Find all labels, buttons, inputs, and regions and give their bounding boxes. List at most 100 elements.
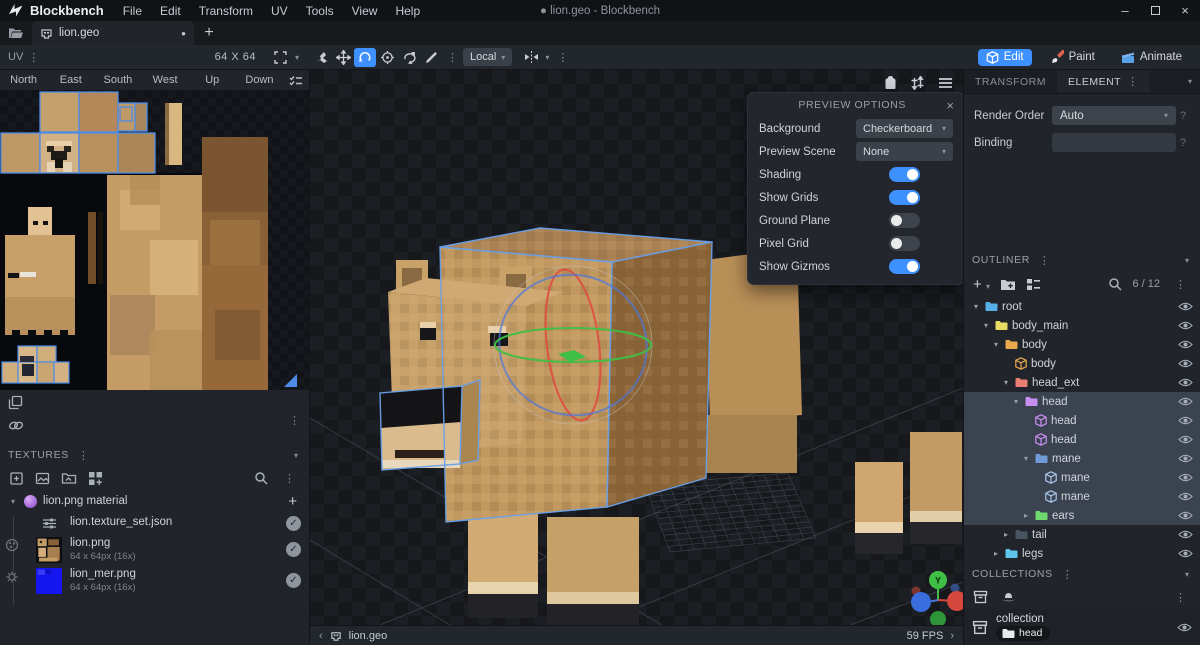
collection-item-collection[interactable]: collection head — [964, 609, 1200, 645]
maximize-button[interactable] — [1140, 0, 1170, 21]
outliner-item-body-3[interactable]: body — [964, 354, 1200, 373]
texture-group-icon[interactable] — [88, 471, 103, 486]
uv-canvas[interactable] — [0, 90, 309, 390]
visibility-eye-icon[interactable] — [1178, 472, 1193, 483]
move-tool-icon[interactable] — [332, 48, 354, 67]
mode-paint-button[interactable]: Paint — [1042, 48, 1103, 66]
texture-item-lion_mer-png[interactable]: lion_mer.png64 x 64px (16x) ✓ — [0, 565, 309, 596]
binding-input[interactable] — [1052, 133, 1176, 152]
collections-menu-icon[interactable]: ⋮ — [1057, 568, 1078, 581]
material-collapse-icon[interactable]: ▾ — [8, 497, 18, 506]
transform-tool-icon[interactable] — [310, 48, 332, 67]
menu-uv[interactable]: UV — [262, 4, 297, 18]
texture-item-lion-texture_set-json[interactable]: lion.texture_set.json ✓ — [0, 512, 309, 534]
vertex-snap-tool-icon[interactable] — [420, 48, 442, 67]
show-gizmos-toggle[interactable] — [889, 259, 920, 274]
outliner-item-ears-11[interactable]: ▸ ears — [964, 506, 1200, 525]
collection-tag-head[interactable]: head — [996, 626, 1050, 641]
uv-face-down[interactable]: Down — [236, 74, 283, 86]
preview-scene-select[interactable]: None▾ — [856, 142, 953, 161]
assign-collection-icon[interactable] — [1000, 591, 1017, 603]
tree-chevron-icon[interactable]: ▸ — [1001, 530, 1011, 539]
outliner-header[interactable]: OUTLINER ⋮ ▾ — [964, 249, 1200, 271]
outliner-item-head-6[interactable]: head — [964, 411, 1200, 430]
outliner-item-body-2[interactable]: ▾ body — [964, 335, 1200, 354]
tree-chevron-icon[interactable]: ▾ — [1011, 397, 1021, 406]
mode-edit-button[interactable]: Edit — [978, 49, 1032, 66]
material-row[interactable]: ▾ lion.png material + — [0, 490, 309, 512]
uv-strip-menu-icon[interactable]: ⋮ — [284, 414, 305, 427]
outliner-item-body_main-1[interactable]: ▾ body_main — [964, 316, 1200, 335]
copy-uv-icon[interactable] — [8, 395, 23, 410]
uv-menu-icon[interactable]: ⋮ — [23, 51, 44, 64]
mode-animate-button[interactable]: Animate — [1113, 49, 1190, 66]
visibility-eye-icon[interactable] — [1177, 622, 1192, 633]
search-textures-icon[interactable] — [254, 471, 268, 485]
textures-menu-icon[interactable]: ⋮ — [73, 449, 94, 462]
uv-face-west[interactable]: West — [142, 74, 189, 86]
outliner-item-mane-9[interactable]: mane — [964, 468, 1200, 487]
link-uv-icon[interactable] — [8, 419, 24, 432]
outliner-item-legs-13[interactable]: ▸ legs — [964, 544, 1200, 563]
transform-space-select[interactable]: Local▾ — [463, 48, 512, 66]
visibility-eye-icon[interactable] — [1178, 377, 1193, 388]
open-folder-icon[interactable] — [0, 21, 32, 45]
shading-toggle[interactable] — [889, 167, 920, 182]
tab-lion-geo[interactable]: lion.geo ● — [32, 21, 194, 45]
status-next-icon[interactable]: › — [950, 630, 954, 642]
render-order-select[interactable]: Auto▾ — [1052, 106, 1176, 125]
visibility-eye-icon[interactable] — [1178, 510, 1193, 521]
tree-chevron-icon[interactable]: ▾ — [1021, 454, 1031, 463]
add-group-icon[interactable] — [1000, 278, 1016, 291]
pivot-tool-icon[interactable] — [376, 48, 398, 67]
mirror-chevron-icon[interactable]: ▾ — [542, 53, 552, 62]
backpack-icon[interactable] — [884, 75, 897, 90]
sort-filter-icon[interactable] — [910, 75, 925, 90]
texture-enabled-icon[interactable]: ✓ — [286, 516, 301, 531]
rotate-view-tool-icon[interactable] — [398, 48, 420, 67]
import-folder-icon[interactable] — [61, 471, 77, 485]
tree-chevron-icon[interactable]: ▸ — [1021, 511, 1031, 520]
background-select[interactable]: Checkerboard▾ — [856, 119, 953, 138]
menu-file[interactable]: File — [114, 4, 151, 18]
visibility-eye-icon[interactable] — [1178, 320, 1193, 331]
ground-plane-toggle[interactable] — [889, 213, 920, 228]
viewport-3d[interactable]: Y PREVIEW OPTIONS × Background — [310, 70, 963, 625]
minimize-button[interactable]: – — [1110, 0, 1140, 21]
visibility-eye-icon[interactable] — [1178, 415, 1193, 426]
tree-chevron-icon[interactable]: ▾ — [991, 340, 1001, 349]
menu-transform[interactable]: Transform — [190, 4, 262, 18]
collections-collapse-icon[interactable]: ▾ — [1182, 570, 1192, 579]
texture-enabled-icon[interactable]: ✓ — [286, 542, 301, 557]
visibility-eye-icon[interactable] — [1178, 396, 1193, 407]
outliner-item-mane-8[interactable]: ▾ mane — [964, 449, 1200, 468]
visibility-eye-icon[interactable] — [1178, 339, 1193, 350]
tree-chevron-icon[interactable]: ▾ — [981, 321, 991, 330]
visibility-eye-icon[interactable] — [1178, 358, 1193, 369]
outliner-item-head_ext-4[interactable]: ▾ head_ext — [964, 373, 1200, 392]
outliner-item-head-7[interactable]: head — [964, 430, 1200, 449]
outliner-view-mode-icon[interactable] — [1026, 278, 1041, 291]
textures-collapse-icon[interactable]: ▾ — [291, 451, 301, 460]
textures-header[interactable]: TEXTURES ⋮ ▾ — [0, 444, 309, 466]
new-tab-button[interactable]: + — [194, 21, 224, 45]
preview-options-close-icon[interactable]: × — [946, 98, 954, 113]
uv-face-up[interactable]: Up — [189, 74, 236, 86]
visibility-eye-icon[interactable] — [1178, 301, 1193, 312]
textures-toolbar-menu-icon[interactable]: ⋮ — [279, 472, 300, 485]
rotate-tool-icon[interactable] — [354, 48, 376, 67]
uv-face-south[interactable]: South — [94, 74, 141, 86]
show-grids-toggle[interactable] — [889, 190, 920, 205]
visibility-eye-icon[interactable] — [1178, 434, 1193, 445]
create-texture-icon[interactable] — [35, 471, 50, 486]
outliner-item-mane-10[interactable]: mane — [964, 487, 1200, 506]
status-prev-icon[interactable]: ‹ — [319, 630, 323, 642]
outliner-collapse-icon[interactable]: ▾ — [1182, 256, 1192, 265]
outliner-toolbar-menu-icon[interactable]: ⋮ — [1170, 278, 1191, 291]
pixel-grid-toggle[interactable] — [889, 236, 920, 251]
uv-face-east[interactable]: East — [47, 74, 94, 86]
outliner-menu-icon[interactable]: ⋮ — [1034, 254, 1055, 267]
outliner-item-tail-12[interactable]: ▸ tail — [964, 525, 1200, 544]
tab-element[interactable]: ELEMENT⋮ — [1057, 70, 1150, 93]
menu-view[interactable]: View — [343, 4, 387, 18]
